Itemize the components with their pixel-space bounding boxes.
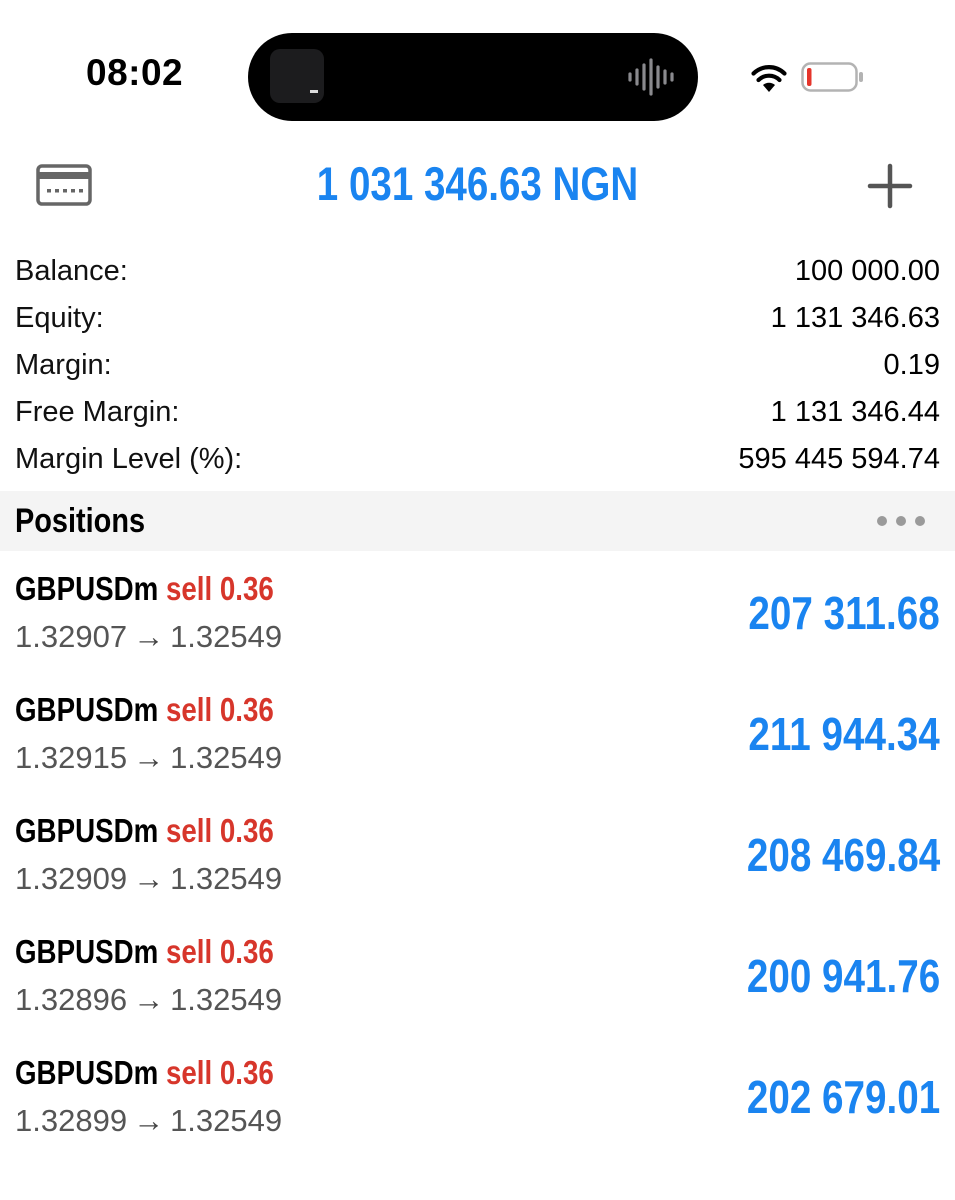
- summary-row-margin: Margin: 0.19: [0, 342, 955, 389]
- arrow-right-icon: →: [133, 740, 165, 775]
- position-row[interactable]: GBPUSDm sell 0.36 1.32907 → 1.32549 207 31…: [0, 555, 955, 676]
- battery-icon: [801, 62, 863, 92]
- account-total: 1 031 346.63 NGN: [316, 157, 639, 210]
- position-symbol: GBPUSDm: [15, 570, 159, 607]
- summary-value: 1 131 346.44: [770, 396, 940, 428]
- summary-label: Balance:: [15, 255, 128, 287]
- position-volume: 0.36: [219, 691, 274, 728]
- position-title: GBPUSDm sell 0.36: [15, 1053, 274, 1093]
- position-symbol: GBPUSDm: [15, 1054, 159, 1091]
- summary-row-equity: Equity: 1 131 346.63: [0, 295, 955, 342]
- summary-row-margin-level: Margin Level (%): 595 445 594.74: [0, 436, 955, 483]
- position-prices: 1.32909 → 1.32549: [15, 859, 282, 899]
- summary-label: Margin Level (%):: [15, 443, 243, 475]
- position-side: sell: [165, 691, 213, 728]
- position-current-price: 1.32549: [170, 619, 283, 654]
- position-symbol: GBPUSDm: [15, 933, 159, 970]
- summary-value: 100 000.00: [794, 255, 940, 287]
- summary-row-balance: Balance: 100 000.00: [0, 248, 955, 295]
- status-bar: 08:02: [0, 0, 955, 140]
- arrow-right-icon: →: [133, 619, 165, 654]
- arrow-right-icon: →: [133, 861, 165, 896]
- position-current-price: 1.32549: [170, 861, 283, 896]
- position-title: GBPUSDm sell 0.36: [15, 690, 274, 730]
- position-profit: 211 944.34: [748, 708, 940, 760]
- position-open-price: 1.32915: [15, 740, 128, 775]
- positions-list: GBPUSDm sell 0.36 1.32907 → 1.32549 207 31…: [0, 555, 955, 1160]
- position-prices: 1.32907 → 1.32549: [15, 617, 282, 657]
- summary-label: Margin:: [15, 349, 112, 381]
- position-prices: 1.32915 → 1.32549: [15, 738, 282, 778]
- position-side: sell: [165, 570, 213, 607]
- audio-waveform-icon: [628, 58, 674, 96]
- position-profit: 208 469.84: [746, 829, 940, 881]
- position-side: sell: [165, 812, 213, 849]
- position-symbol: GBPUSDm: [15, 812, 159, 849]
- position-title: GBPUSDm sell 0.36: [15, 569, 274, 609]
- account-header: 1 031 346.63 NGN: [0, 140, 955, 230]
- position-current-price: 1.32549: [170, 982, 283, 1017]
- positions-section-header: Positions: [0, 491, 955, 551]
- more-dots-icon[interactable]: [875, 505, 927, 537]
- position-open-price: 1.32907: [15, 619, 128, 654]
- arrow-right-icon: →: [133, 1103, 165, 1138]
- position-row[interactable]: GBPUSDm sell 0.36 1.32899 → 1.32549 202 67…: [0, 1039, 955, 1160]
- summary-label: Free Margin:: [15, 396, 180, 428]
- position-current-price: 1.32549: [170, 740, 283, 775]
- position-current-price: 1.32549: [170, 1103, 283, 1138]
- position-prices: 1.32899 → 1.32549: [15, 1101, 282, 1141]
- positions-title: Positions: [15, 502, 146, 540]
- position-prices: 1.32896 → 1.32549: [15, 980, 282, 1020]
- position-profit: 202 679.01: [746, 1071, 940, 1123]
- summary-value: 1 131 346.63: [770, 302, 940, 334]
- summary-row-free-margin: Free Margin: 1 131 346.44: [0, 389, 955, 436]
- media-thumbnail-icon: [270, 49, 324, 103]
- position-side: sell: [165, 1054, 213, 1091]
- position-title: GBPUSDm sell 0.36: [15, 932, 274, 972]
- account-summary: Balance: 100 000.00 Equity: 1 131 346.63…: [0, 248, 955, 483]
- arrow-right-icon: →: [133, 982, 165, 1017]
- plus-icon[interactable]: [866, 162, 914, 210]
- position-row[interactable]: GBPUSDm sell 0.36 1.32909 → 1.32549 208 46…: [0, 797, 955, 918]
- position-row[interactable]: GBPUSDm sell 0.36 1.32896 → 1.32549 200 94…: [0, 918, 955, 1039]
- position-profit: 200 941.76: [746, 950, 940, 1002]
- status-time: 08:02: [86, 52, 184, 93]
- dynamic-island[interactable]: [248, 33, 698, 121]
- wifi-icon: [751, 65, 787, 92]
- summary-label: Equity:: [15, 302, 104, 334]
- position-volume: 0.36: [219, 812, 274, 849]
- position-profit: 207 311.68: [748, 587, 940, 639]
- position-volume: 0.36: [219, 933, 274, 970]
- summary-value: 0.19: [883, 349, 940, 381]
- position-open-price: 1.32909: [15, 861, 128, 896]
- position-side: sell: [165, 933, 213, 970]
- position-row[interactable]: GBPUSDm sell 0.36 1.32915 → 1.32549 211 94…: [0, 676, 955, 797]
- position-symbol: GBPUSDm: [15, 691, 159, 728]
- summary-value: 595 445 594.74: [738, 443, 940, 475]
- position-title: GBPUSDm sell 0.36: [15, 811, 274, 851]
- position-volume: 0.36: [219, 570, 274, 607]
- position-open-price: 1.32899: [15, 1103, 128, 1138]
- card-icon[interactable]: [36, 164, 92, 206]
- position-volume: 0.36: [219, 1054, 274, 1091]
- position-open-price: 1.32896: [15, 982, 128, 1017]
